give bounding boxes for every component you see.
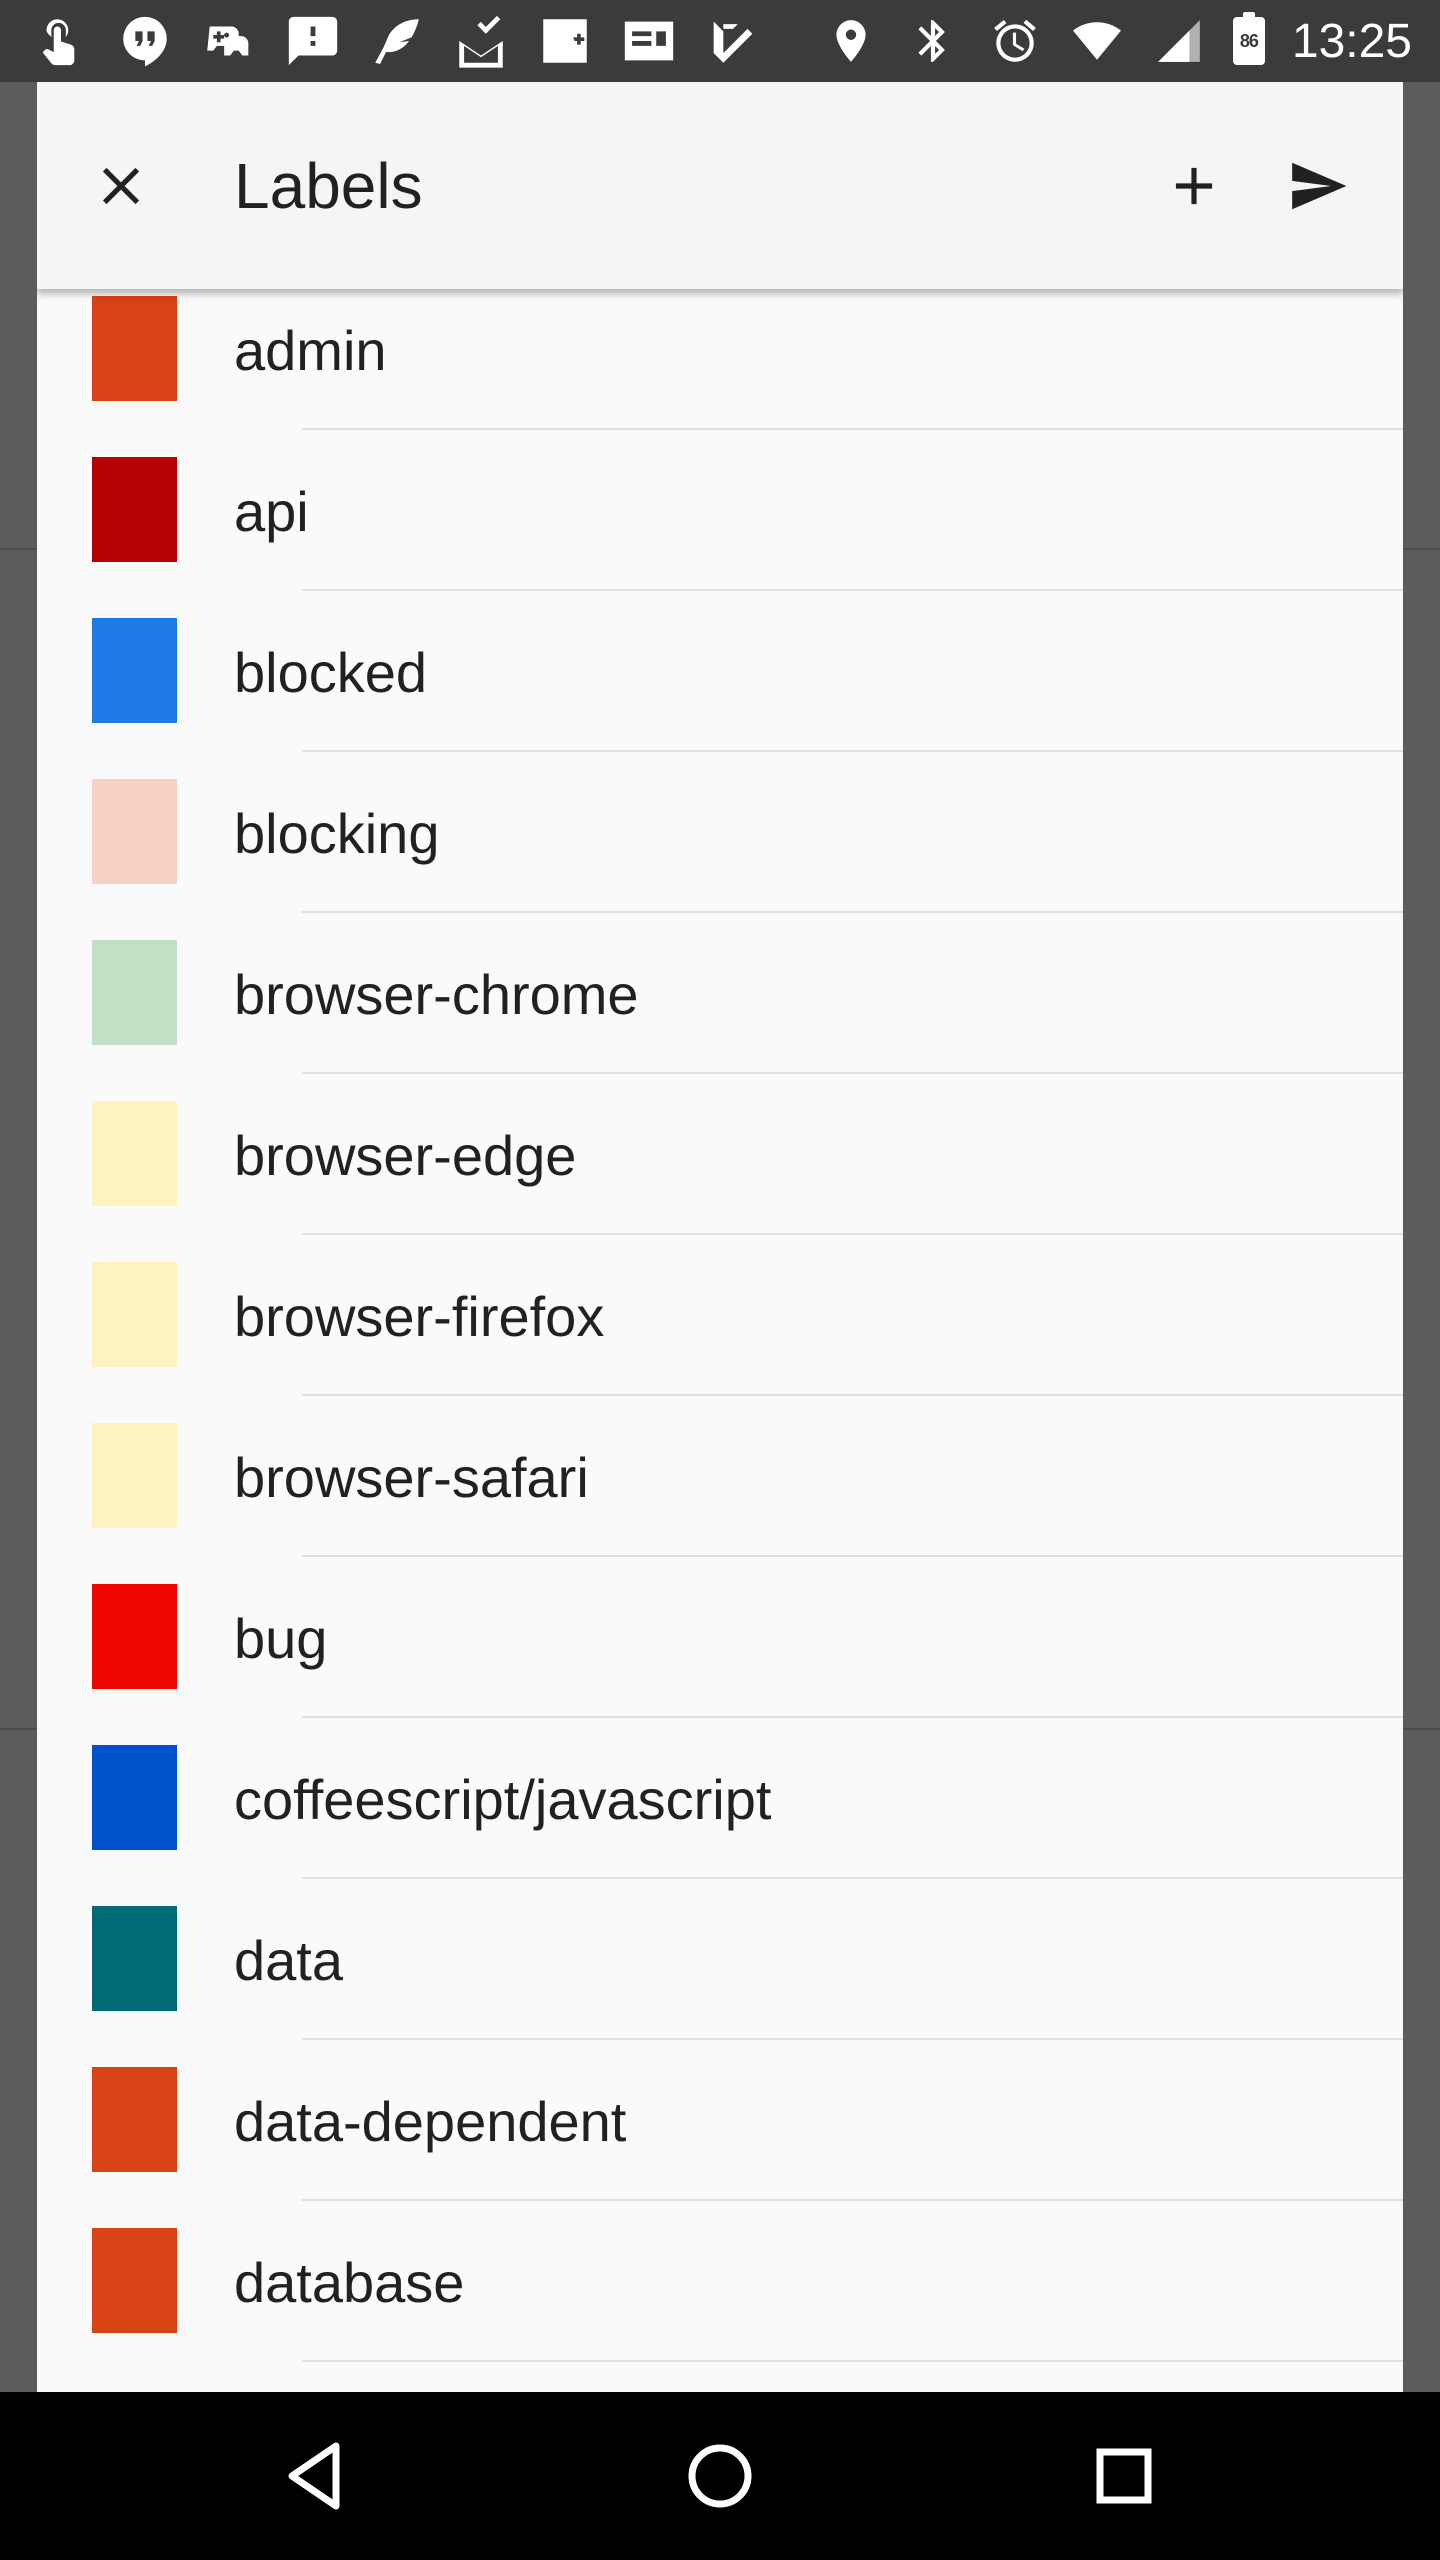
location-icon (820, 10, 882, 72)
contact-card-icon (618, 10, 680, 72)
notification-icons (30, 0, 764, 82)
alert-message-icon (282, 10, 344, 72)
label-row[interactable]: coffeescript/javascript (37, 1718, 1403, 1879)
add-icon (1175, 167, 1213, 205)
cell-signal-icon (1148, 10, 1210, 72)
recents-icon (1096, 2448, 1152, 2504)
google-plus-icon (534, 10, 596, 72)
label-row[interactable]: browser-safari (37, 1396, 1403, 1557)
label-color-swatch (92, 1584, 177, 1689)
games-icon (198, 10, 260, 72)
task-check-icon (702, 10, 764, 72)
status-clock: 13:25 (1291, 14, 1412, 68)
label-name: browser-chrome (234, 963, 639, 1026)
close-button[interactable] (71, 136, 171, 236)
label-name: blocked (234, 641, 428, 704)
label-color-swatch (92, 296, 177, 401)
label-row[interactable]: browser-edge (37, 1074, 1403, 1235)
label-row[interactable]: database (37, 2201, 1403, 2362)
touch-icon (30, 10, 92, 72)
alarm-icon (984, 10, 1046, 72)
send-icon (1292, 162, 1347, 210)
send-button[interactable] (1268, 136, 1368, 236)
close-icon (102, 167, 140, 205)
label-color-swatch (92, 1906, 177, 2011)
label-name: api (234, 480, 309, 543)
label-row[interactable]: browser-firefox (37, 1235, 1403, 1396)
label-color-swatch (92, 2067, 177, 2172)
label-name: admin (234, 319, 387, 382)
battery-icon: 86 (1230, 12, 1268, 68)
home-button[interactable] (670, 2426, 770, 2526)
label-name: bug (234, 1607, 328, 1670)
label-row[interactable]: api (37, 430, 1403, 591)
label-color-swatch (92, 457, 177, 562)
label-name: database (234, 2251, 465, 2314)
battery-level: 86 (1239, 30, 1259, 51)
dialog-toolbar: Labels (37, 82, 1403, 289)
label-name: data (234, 1929, 343, 1992)
list-divider (302, 2360, 1403, 2362)
add-label-button[interactable] (1144, 136, 1244, 236)
wifi-icon (1066, 10, 1128, 72)
label-name: browser-firefox (234, 1285, 605, 1348)
label-row[interactable]: browser-chrome (37, 913, 1403, 1074)
dialog-title: Labels (234, 150, 423, 222)
label-row[interactable]: blocking (37, 752, 1403, 913)
label-color-swatch (92, 940, 177, 1045)
label-row[interactable]: data-dependent (37, 2040, 1403, 2201)
label-color-swatch (92, 1423, 177, 1528)
label-row[interactable]: blocked (37, 591, 1403, 752)
navigation-bar (0, 2392, 1440, 2560)
label-name: browser-edge (234, 1124, 577, 1187)
label-name: coffeescript/javascript (234, 1768, 772, 1831)
label-row[interactable]: admin (37, 289, 1403, 430)
status-bar: 86 13:25 (0, 0, 1440, 82)
label-row[interactable]: bug (37, 1557, 1403, 1718)
label-color-swatch (92, 618, 177, 723)
label-row[interactable]: data (37, 1879, 1403, 2040)
feather-icon (366, 10, 428, 72)
recents-button[interactable] (1074, 2426, 1174, 2526)
label-name: browser-safari (234, 1446, 589, 1509)
back-button[interactable] (266, 2426, 366, 2526)
back-icon (288, 2442, 340, 2510)
hangouts-icon (114, 10, 176, 72)
mail-check-icon (450, 10, 512, 72)
label-color-swatch (92, 1262, 177, 1367)
label-color-swatch (92, 1101, 177, 1206)
label-color-swatch (92, 779, 177, 884)
labels-dialog: Labels admin api blocked blocking browser-ch… (37, 82, 1403, 2392)
label-name: data-dependent (234, 2090, 627, 2153)
label-color-swatch (92, 1745, 177, 1850)
label-color-swatch (92, 2228, 177, 2333)
label-name: blocking (234, 802, 440, 865)
system-icons: 86 13:25 (820, 0, 1412, 82)
label-list: admin api blocked blocking browser-chrome bro… (37, 289, 1403, 2362)
bluetooth-icon (902, 10, 964, 72)
home-icon (688, 2444, 752, 2508)
